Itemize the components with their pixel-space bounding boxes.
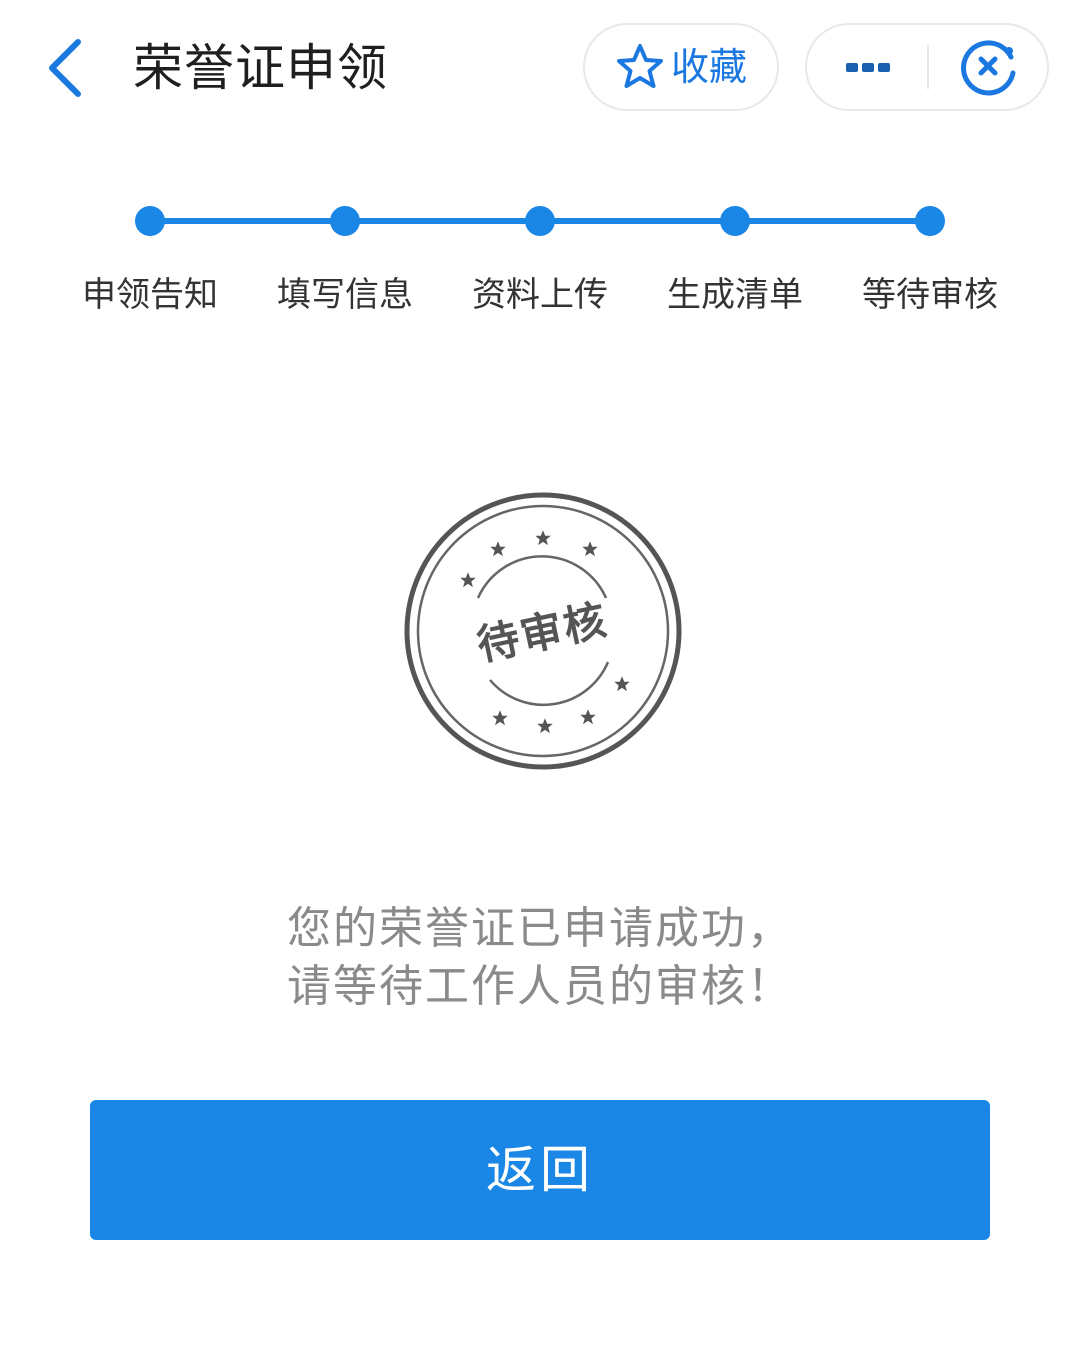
more-dots-icon <box>846 63 890 72</box>
mini-program-capsule <box>805 23 1049 111</box>
back-button[interactable] <box>40 36 94 100</box>
step-dot <box>525 206 555 236</box>
step-await-review: 等待审核 <box>830 180 1030 318</box>
favorite-label: 收藏 <box>670 45 747 89</box>
step-notice: 申领告知 <box>50 180 250 318</box>
favorite-button[interactable]: 收藏 <box>583 23 779 111</box>
step-label: 等待审核 <box>862 275 998 315</box>
star-outline-icon <box>616 44 663 88</box>
message-line-1: 您的荣誉证已申请成功， <box>287 903 793 954</box>
step-dot <box>135 206 165 236</box>
step-dot <box>330 206 360 236</box>
step-fill-info: 填写信息 <box>245 180 445 318</box>
return-button[interactable]: 返回 <box>90 1100 990 1240</box>
progress-stepper: 申领告知 填写信息 资料上传 生成清单 等待审核 <box>0 180 1080 340</box>
step-label: 填写信息 <box>277 275 413 315</box>
return-button-label: 返回 <box>486 1141 594 1199</box>
close-circle-icon <box>961 40 1016 96</box>
message-line-2: 请等待工作人员的审核！ <box>287 961 793 1012</box>
step-dot <box>915 206 945 236</box>
step-generate-list: 生成清单 <box>635 180 835 318</box>
chevron-left-icon <box>49 39 81 97</box>
step-label: 生成清单 <box>667 275 803 315</box>
pending-review-stamp: 待审核 <box>402 490 684 772</box>
success-message: 您的荣誉证已申请成功， 请等待工作人员的审核！ <box>0 900 1080 1016</box>
step-label: 申领告知 <box>82 275 218 315</box>
step-upload: 资料上传 <box>440 180 640 318</box>
page-title: 荣誉证申领 <box>133 39 388 97</box>
nav-header: 荣誉证申领 收藏 <box>0 0 1080 140</box>
close-button[interactable] <box>929 25 1049 109</box>
more-button[interactable] <box>807 25 927 109</box>
step-label: 资料上传 <box>472 275 608 315</box>
stamp-text: 待审核 <box>473 595 612 670</box>
step-dot <box>720 206 750 236</box>
